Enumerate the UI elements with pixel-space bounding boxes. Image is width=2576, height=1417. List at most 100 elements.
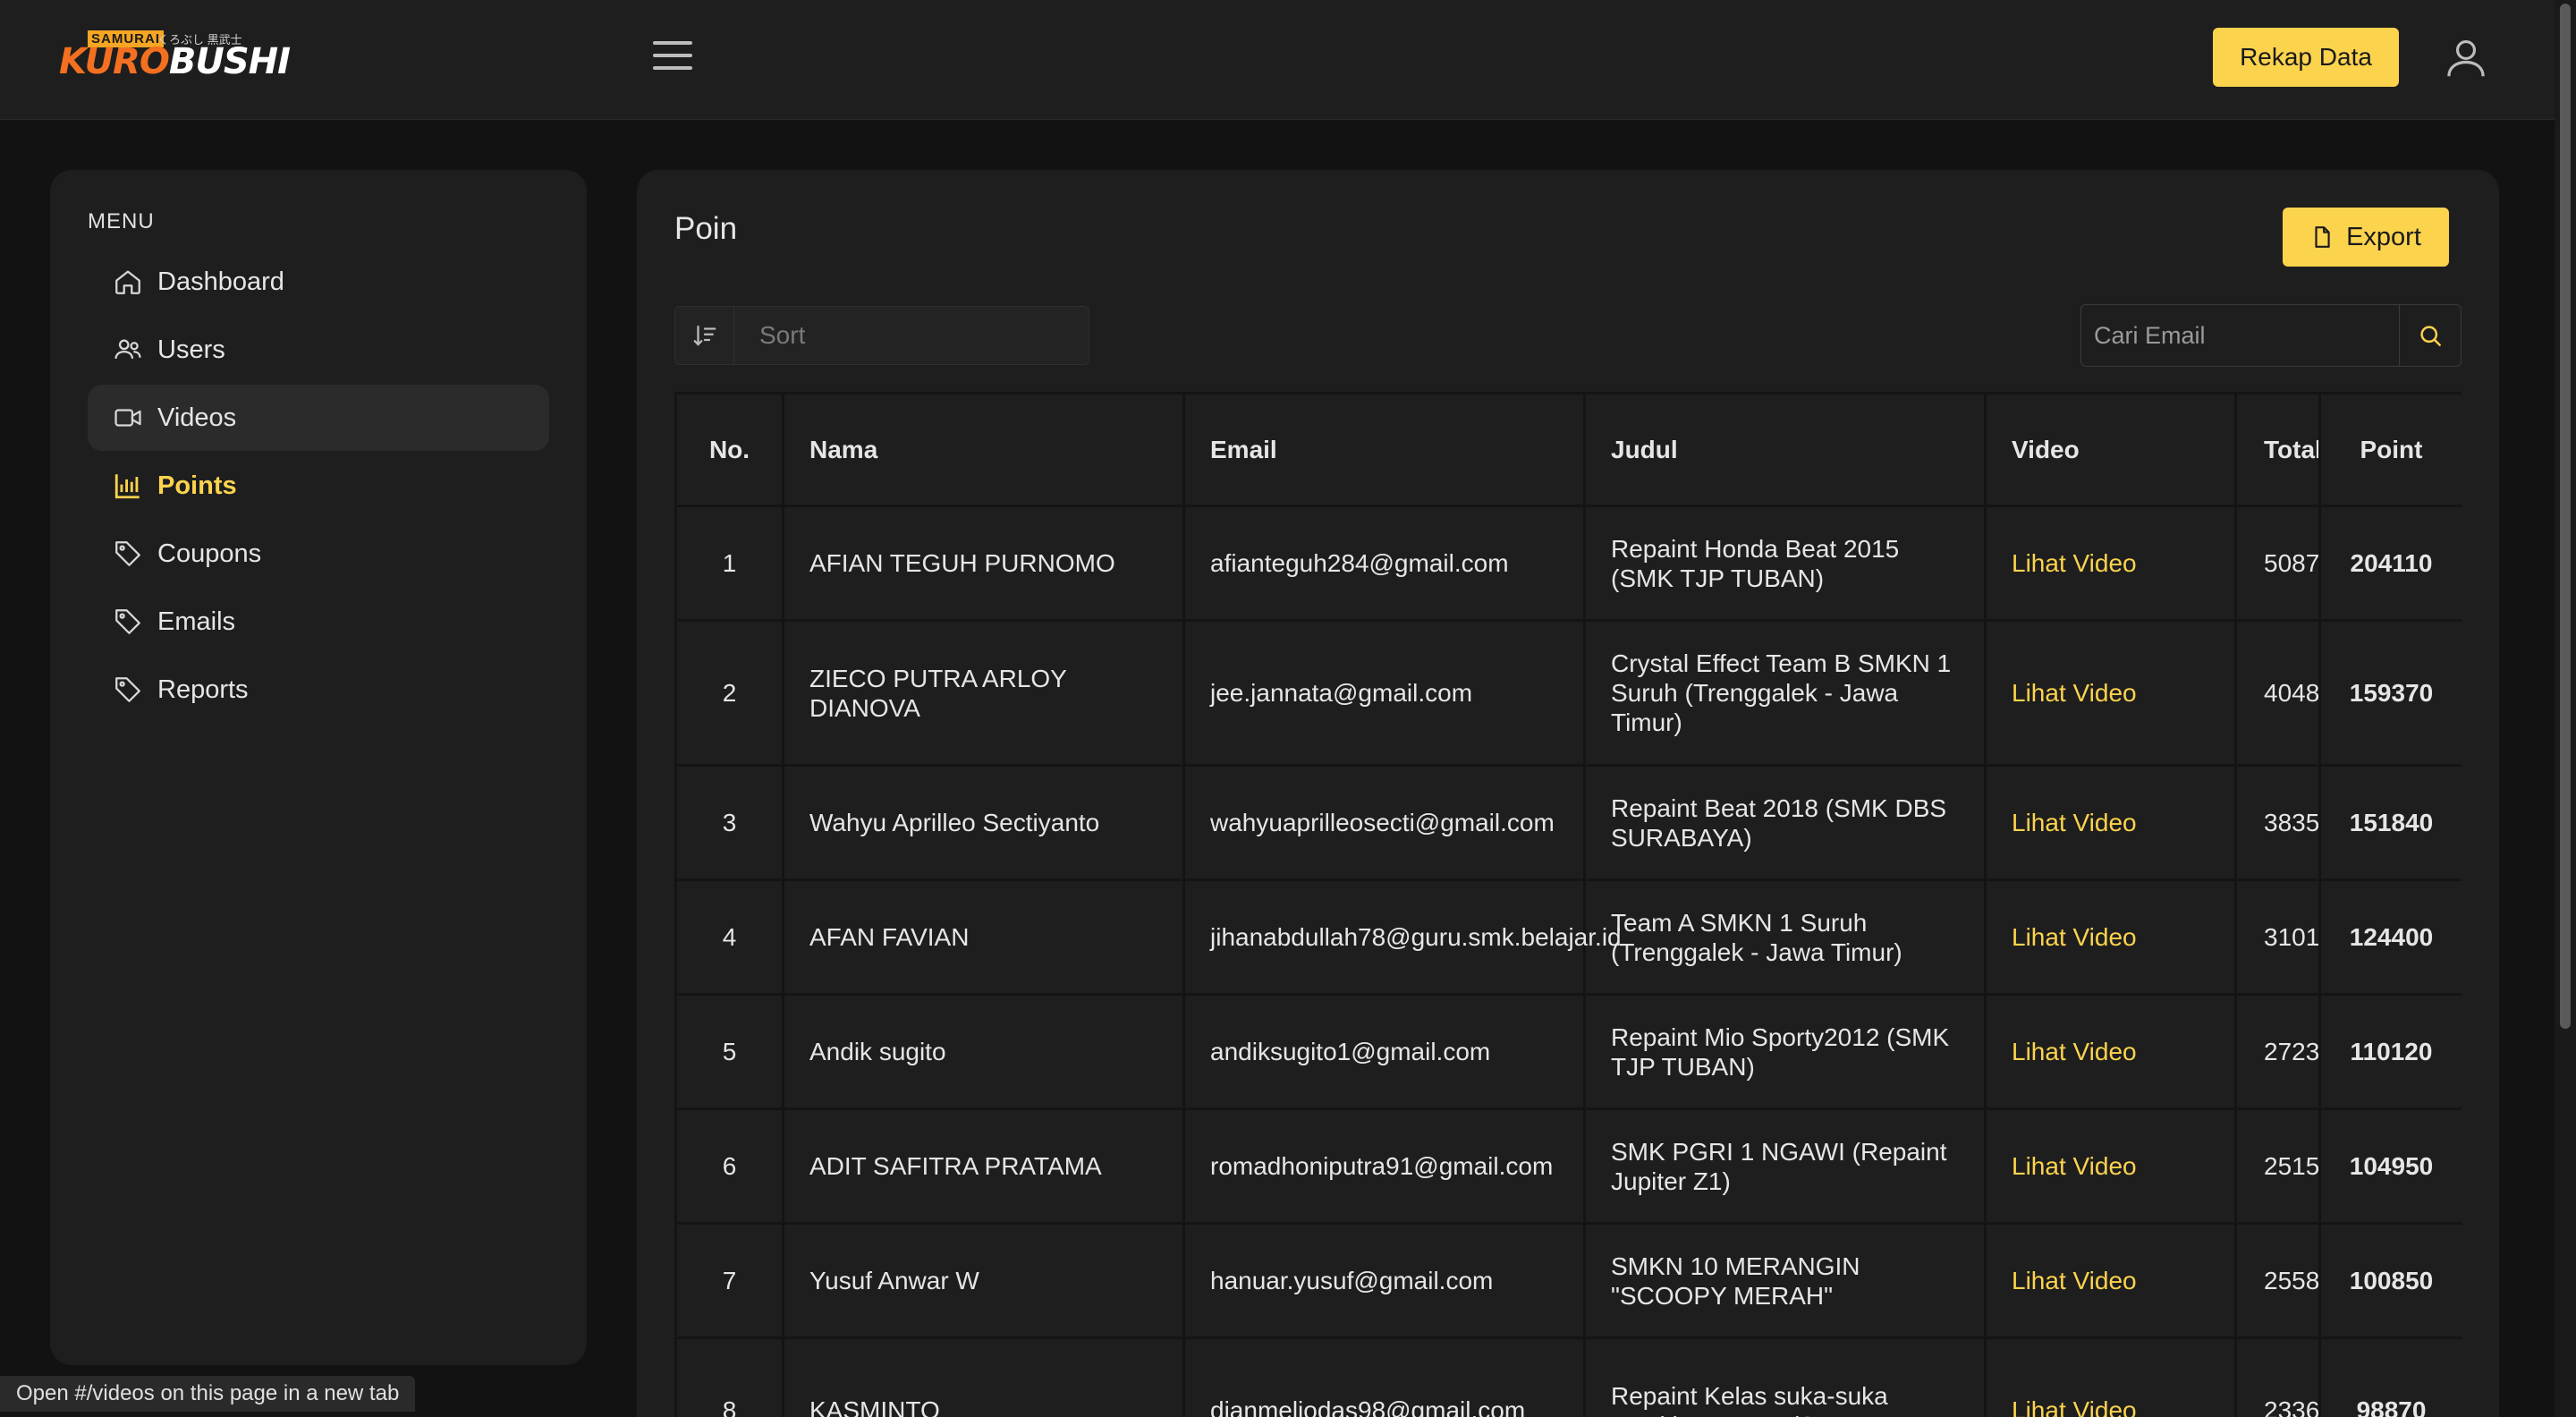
top-navbar: SAMURAI くろぶし 黒武士 KUROBUSHI Rekap Data <box>0 0 2555 120</box>
cell-point: 100850 <box>2318 1222 2462 1339</box>
cell-judul: SMK PGRI 1 NGAWI (Repaint Jupiter Z1) <box>1583 1107 1987 1225</box>
video-icon <box>114 409 141 427</box>
points-table-container: No. Nama Email Judul Video Total V Point… <box>674 392 2462 1417</box>
search-icon <box>2420 326 2441 346</box>
cell-video: Lihat Video <box>1984 619 2237 767</box>
column-header-nama[interactable]: Nama <box>782 392 1185 507</box>
lihat-video-link[interactable]: Lihat Video <box>2012 1152 2137 1180</box>
cell-nama: AFAN FAVIAN <box>782 878 1185 996</box>
sidebar-item-label: Videos <box>157 403 237 432</box>
sidebar-item-points[interactable]: Points <box>88 453 549 519</box>
sort-icon[interactable] <box>675 307 734 364</box>
cell-video: Lihat Video <box>1984 505 2237 622</box>
tag-icon <box>115 541 140 566</box>
sidebar-item-videos[interactable]: Videos <box>88 385 549 451</box>
lihat-video-link[interactable]: Lihat Video <box>2012 923 2137 951</box>
cell-video: Lihat Video <box>1984 993 2237 1110</box>
cell-email: dianmeliodas98@gmail.com <box>1182 1336 1586 1417</box>
export-button[interactable]: Export <box>2283 208 2449 267</box>
tag-icon <box>115 677 140 702</box>
cell-no: 6 <box>674 1107 784 1225</box>
sidebar-item-label: Coupons <box>157 539 262 568</box>
cell-total: 2515 <box>2234 1107 2321 1225</box>
sidebar-item-label: Emails <box>157 607 236 636</box>
sort-input[interactable] <box>734 307 1089 364</box>
cell-nama: Yusuf Anwar W <box>782 1222 1185 1339</box>
table-row: 5 Andik sugito andiksugito1@gmail.com Re… <box>674 993 2462 1110</box>
user-profile-icon[interactable] <box>2442 34 2490 82</box>
kurobushi-logo[interactable]: SAMURAI くろぶし 黒武士 KUROBUSHI <box>57 27 291 86</box>
cell-point: 98870 <box>2318 1336 2462 1417</box>
lihat-video-link[interactable]: Lihat Video <box>2012 1267 2137 1294</box>
hamburger-menu-icon[interactable] <box>653 41 692 73</box>
email-search <box>2080 304 2462 367</box>
sidebar-item-dashboard[interactable]: Dashboard <box>88 249 549 315</box>
cell-email: afianteguh284@gmail.com <box>1182 505 1586 622</box>
sidebar-item-reports[interactable]: Reports <box>88 657 549 723</box>
bar-chart-icon <box>114 474 140 499</box>
sidebar-item-emails[interactable]: Emails <box>88 589 549 655</box>
cell-judul: Repaint Beat 2018 (SMK DBS SURABAYA) <box>1583 764 1987 881</box>
cell-point: 124400 <box>2318 878 2462 996</box>
lihat-video-link[interactable]: Lihat Video <box>2012 1396 2137 1417</box>
cell-video: Lihat Video <box>1984 1107 2237 1225</box>
column-header-total[interactable]: Total V <box>2234 392 2321 507</box>
points-table: No. Nama Email Judul Video Total V Point… <box>674 392 2462 1417</box>
cell-nama: Wahyu Aprilleo Sectiyanto <box>782 764 1185 881</box>
sidebar-item-users[interactable]: Users <box>88 317 549 383</box>
cell-no: 5 <box>674 993 784 1110</box>
cell-no: 1 <box>674 505 784 622</box>
cell-no: 4 <box>674 878 784 996</box>
page-scrollbar-thumb[interactable] <box>2560 4 2571 1029</box>
column-header-judul[interactable]: Judul <box>1583 392 1987 507</box>
cell-total: 4048 <box>2234 619 2321 767</box>
search-button[interactable] <box>2400 305 2461 366</box>
cell-judul: Repaint Kelas suka-suka tangki megapro (… <box>1583 1336 1987 1417</box>
column-header-video[interactable]: Video <box>1984 392 2237 507</box>
cell-video: Lihat Video <box>1984 1336 2237 1417</box>
table-row: 8 KASMINTO dianmeliodas98@gmail.com Repa… <box>674 1336 2462 1417</box>
table-row: 6 ADIT SAFITRA PRATAMA romadhoniputra91@… <box>674 1107 2462 1225</box>
column-header-no[interactable]: No. <box>674 392 784 507</box>
cell-video: Lihat Video <box>1984 878 2237 996</box>
cell-email: andiksugito1@gmail.com <box>1182 993 1586 1110</box>
cell-email: jihanabdullah78@guru.smk.belajar.id <box>1182 878 1622 996</box>
cell-judul: Repaint Mio Sporty2012 (SMK TJP TUBAN) <box>1583 993 1987 1110</box>
cell-nama: Andik sugito <box>782 993 1185 1110</box>
cell-email: romadhoniputra91@gmail.com <box>1182 1107 1586 1225</box>
table-row: 4 AFAN FAVIAN jihanabdullah78@guru.smk.b… <box>674 878 2462 996</box>
sidebar-item-label: Points <box>157 471 237 500</box>
cell-judul: Repaint Honda Beat 2015 (SMK TJP TUBAN) <box>1583 505 1987 622</box>
main-card: Poin Export No. <box>637 170 2499 1417</box>
sidebar-item-label: Reports <box>157 675 249 704</box>
page-title: Poin <box>674 211 738 246</box>
sidebar-menu: Dashboard Users Videos Points Coupons Em… <box>88 249 549 725</box>
cell-video: Lihat Video <box>1984 764 2237 881</box>
column-header-point[interactable]: Point <box>2318 392 2462 507</box>
lihat-video-link[interactable]: Lihat Video <box>2012 809 2137 836</box>
home-icon <box>115 270 140 294</box>
search-email-input[interactable] <box>2081 305 2400 366</box>
lihat-video-link[interactable]: Lihat Video <box>2012 679 2137 707</box>
export-label: Export <box>2346 222 2421 251</box>
sidebar-item-label: Users <box>157 335 225 364</box>
cell-total: 3835 <box>2234 764 2321 881</box>
cell-email: wahyuaprilleosecti@gmail.com <box>1182 764 1586 881</box>
cell-total: 2723 <box>2234 993 2321 1110</box>
cell-total: 5087 <box>2234 505 2321 622</box>
lihat-video-link[interactable]: Lihat Video <box>2012 549 2137 577</box>
column-header-email[interactable]: Email <box>1182 392 1586 507</box>
lihat-video-link[interactable]: Lihat Video <box>2012 1038 2137 1065</box>
cell-video: Lihat Video <box>1984 1222 2237 1339</box>
cell-total: 3101 <box>2234 878 2321 996</box>
cell-total: 2558 <box>2234 1222 2321 1339</box>
link-status-tooltip: Open #/videos on this page in a new tab <box>0 1376 416 1412</box>
rekap-data-button[interactable]: Rekap Data <box>2213 28 2399 87</box>
sidebar: MENU Dashboard Users Videos Points Coupo… <box>50 170 587 1365</box>
cell-nama: KASMINTO <box>782 1336 1185 1417</box>
table-row: 7 Yusuf Anwar W hanuar.yusuf@gmail.com S… <box>674 1222 2462 1339</box>
cell-nama: AFIAN TEGUH PURNOMO <box>782 505 1185 622</box>
users-icon <box>114 339 141 360</box>
tag-icon <box>115 609 140 634</box>
sidebar-item-coupons[interactable]: Coupons <box>88 521 549 587</box>
